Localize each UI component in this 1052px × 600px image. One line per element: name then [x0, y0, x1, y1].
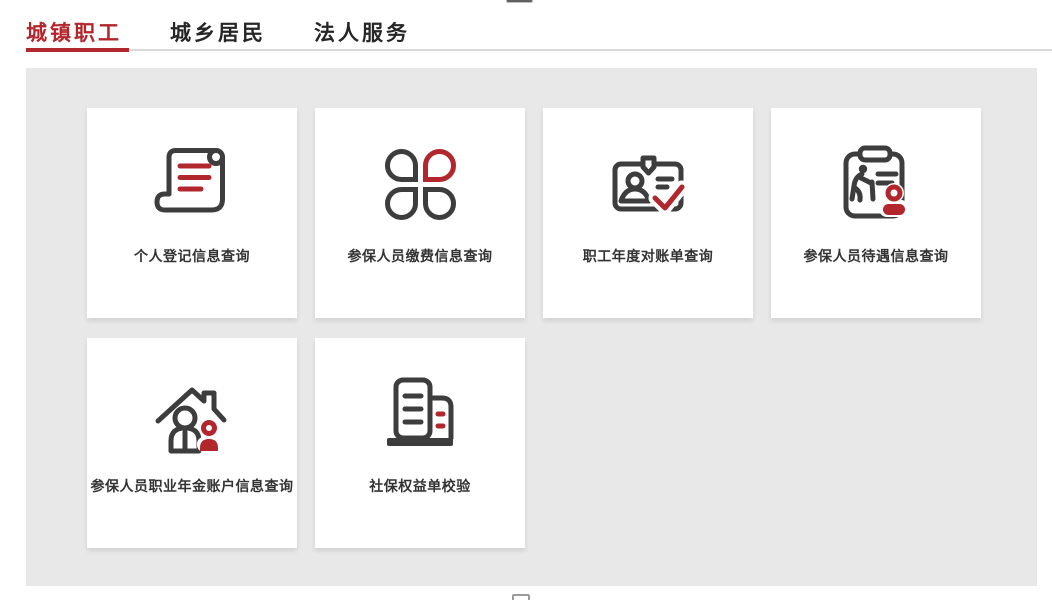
tab-legal-person-services[interactable]: 法人服务	[314, 17, 410, 47]
card-occupational-pension-query[interactable]: 参保人员职业年金账户信息查询	[87, 338, 297, 548]
four-petals-icon	[374, 138, 466, 230]
category-tabbar: 城镇职工 城乡居民 法人服务	[26, 17, 410, 47]
id-badge-check-icon	[602, 138, 694, 230]
tabbar-divider	[26, 49, 1052, 51]
services-panel: 个人登记信息查询 参保人员缴费信息查询	[26, 68, 1037, 586]
card-label: 个人登记信息查询	[134, 246, 250, 266]
card-label: 参保人员待遇信息查询	[804, 246, 949, 266]
petal-top-right	[423, 149, 456, 182]
petal-bottom-right	[423, 187, 456, 220]
scroll-document-icon	[146, 138, 238, 230]
card-label: 职工年度对账单查询	[583, 246, 714, 266]
card-label: 社保权益单校验	[369, 476, 471, 496]
tab-urban-rural-residents[interactable]: 城乡居民	[170, 17, 266, 47]
bottom-edge-partial-widget	[512, 594, 530, 600]
tab-urban-employees[interactable]: 城镇职工	[26, 17, 122, 47]
card-label: 参保人员缴费信息查询	[348, 246, 493, 266]
card-payment-info-query[interactable]: 参保人员缴费信息查询	[315, 108, 525, 318]
card-label: 参保人员职业年金账户信息查询	[91, 476, 294, 496]
office-buildings-icon	[374, 368, 466, 460]
card-rights-statement-verify[interactable]: 社保权益单校验	[315, 338, 525, 548]
petal-bottom-left	[385, 187, 418, 220]
card-annual-statement-query[interactable]: 职工年度对账单查询	[543, 108, 753, 318]
top-edge-partial-widget	[506, 0, 533, 3]
house-people-icon	[146, 368, 238, 460]
card-benefits-info-query[interactable]: 参保人员待遇信息查询	[771, 108, 981, 318]
clipboard-elderly-icon	[830, 138, 922, 230]
card-personal-registration-query[interactable]: 个人登记信息查询	[87, 108, 297, 318]
services-grid: 个人登记信息查询 参保人员缴费信息查询	[87, 108, 1037, 548]
active-tab-underline	[26, 48, 129, 52]
petal-top-left	[385, 149, 418, 182]
